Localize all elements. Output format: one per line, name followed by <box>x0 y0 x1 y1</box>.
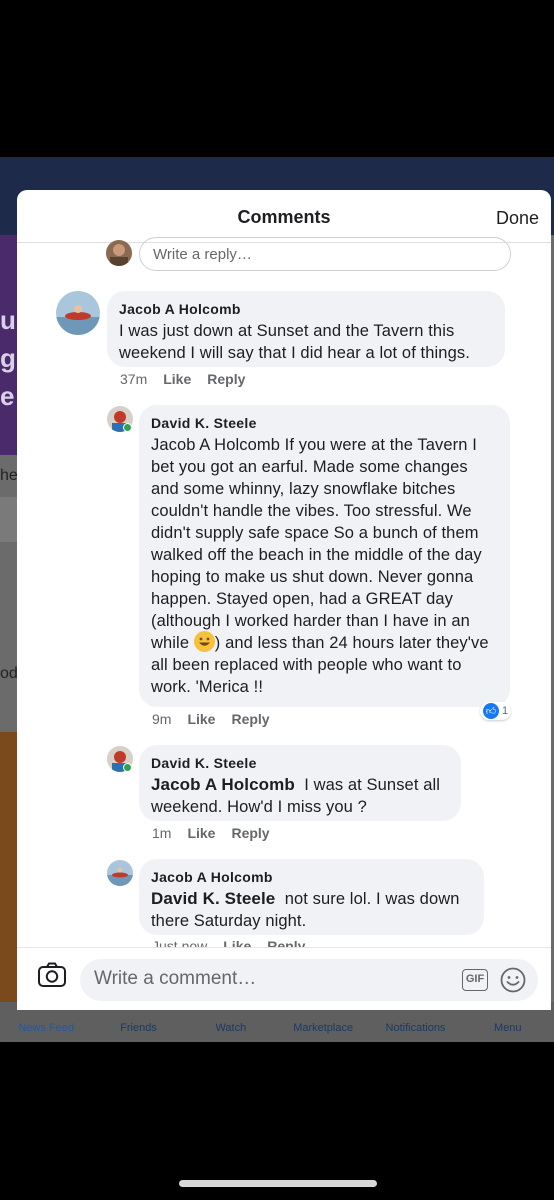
modal-title: Comments <box>237 207 331 227</box>
comment-text-part: Jacob A Holcomb If you were at the Taver… <box>151 436 482 652</box>
like-reaction-icon: 👍︎ <box>483 703 499 719</box>
reply-button[interactable]: Reply <box>231 825 269 841</box>
grinning-emoji <box>193 631 215 653</box>
gif-icon[interactable]: GIF <box>462 969 488 991</box>
background-letter: e <box>0 381 15 411</box>
online-status-icon <box>123 423 132 432</box>
background-banner: u g e <box>0 235 18 455</box>
comment-bubble: David K. Steele Jacob A Holcomb If you w… <box>139 405 510 707</box>
avatar[interactable] <box>106 240 132 266</box>
background-strip <box>0 497 18 542</box>
modal-header: Comments Done <box>17 190 551 243</box>
comment-time: 37m <box>120 371 148 387</box>
comment-text: I was just down at Sunset and the Tavern… <box>119 322 470 362</box>
comment-author[interactable]: Jacob A Holcomb <box>151 869 472 885</box>
comment-bubble: David K. Steele Jacob A Holcomb I was at… <box>139 745 461 821</box>
comment-meta: 1m Like Reply <box>152 825 286 841</box>
comments-modal: Comments Done Write a reply… Jacob A Hol… <box>17 190 551 1010</box>
avatar-photo <box>107 860 133 886</box>
like-button[interactable]: Like <box>187 825 215 841</box>
comment-text: David K. Steele not sure lol. I was down… <box>151 888 472 932</box>
mention-link[interactable]: David K. Steele <box>151 889 275 908</box>
like-button[interactable]: Like <box>163 371 191 387</box>
reply-button[interactable]: Reply <box>207 371 245 387</box>
comment-author[interactable]: David K. Steele <box>151 755 449 771</box>
mention-link[interactable]: Jacob A Holcomb <box>151 775 295 794</box>
background-edge-text: he <box>0 467 18 484</box>
comment-meta: 37m Like Reply <box>120 371 261 387</box>
background-photo <box>0 732 18 1002</box>
reply-input[interactable]: Write a reply… <box>139 237 511 271</box>
reply-button[interactable]: Reply <box>231 711 269 727</box>
comment-bubble: Jacob A Holcomb David K. Steele not sure… <box>139 859 484 935</box>
home-indicator[interactable] <box>179 1180 377 1187</box>
done-button[interactable]: Done <box>496 208 539 229</box>
smile-icon[interactable] <box>500 967 526 993</box>
comment-bubble: Jacob A Holcomb I was just down at Sunse… <box>107 291 505 367</box>
avatar[interactable] <box>107 860 133 886</box>
online-status-icon <box>123 763 132 772</box>
comment-input-placeholder: Write a comment… <box>94 968 257 989</box>
reaction-count: 1 <box>502 705 509 717</box>
camera-icon[interactable] <box>37 960 67 990</box>
comment-author[interactable]: David K. Steele <box>151 415 498 431</box>
avatar-photo <box>106 240 132 266</box>
comment-text: Jacob A Holcomb I was at Sunset all week… <box>151 774 449 818</box>
comment-text: Jacob A Holcomb If you were at the Taver… <box>151 434 498 698</box>
comment-meta: 9m Like Reply <box>152 711 286 727</box>
reaction-summary[interactable]: 👍︎ 1 <box>480 702 512 720</box>
comment-input[interactable]: Write a comment… GIF <box>80 959 538 1001</box>
background-letter: g <box>0 343 16 373</box>
background-letter: u <box>0 305 16 335</box>
like-button[interactable]: Like <box>187 711 215 727</box>
avatar-photo <box>56 291 100 335</box>
comment-author[interactable]: Jacob A Holcomb <box>119 301 493 317</box>
comment-time: 9m <box>152 711 172 727</box>
comment-composer: Write a comment… GIF <box>17 947 551 1010</box>
comment-time: 1m <box>152 825 172 841</box>
avatar[interactable] <box>56 291 100 335</box>
